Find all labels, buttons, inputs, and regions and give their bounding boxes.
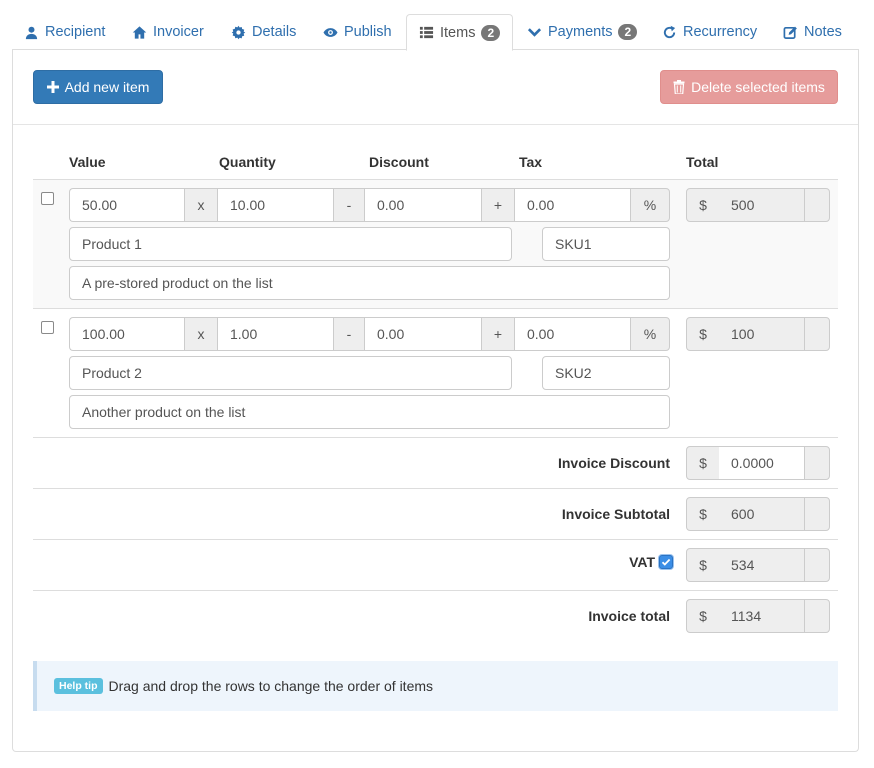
column-header-discount: Discount [369,154,429,170]
tab-notes[interactable]: Notes [783,14,842,50]
trash-icon [673,80,685,94]
eye-icon [323,27,338,37]
item-2-value-input[interactable]: 100.00 [69,317,185,351]
column-header-value: Value [69,154,106,170]
tab-items[interactable]: Items 2 [406,14,514,51]
help-tip-text: Drag and drop the rows to change the ord… [108,678,434,694]
divider [33,590,838,591]
minus-addon: - [333,317,365,351]
tab-label: Recipient [45,24,106,40]
vat-label: VAT [629,554,655,570]
invoice-discount-input[interactable]: 0.0000 [719,446,805,480]
invoice-total-field: 1134 [719,599,805,633]
tab-label: Details [252,24,297,40]
discount-addon-end [804,446,830,480]
percent-addon: % [630,317,670,351]
help-tip: Help tip Drag and drop the rows to chang… [33,661,838,711]
plus-addon: + [481,317,515,351]
edit-icon [783,26,797,39]
currency-addon: $ [686,548,720,582]
tab-publish[interactable]: Publish [323,14,392,50]
plus-addon: + [481,188,515,222]
invoice-subtotal-label: Invoice Subtotal [561,506,670,522]
tab-label: Invoicer [153,24,204,40]
invoice-discount-label: Invoice Discount [557,455,670,471]
currency-addon: $ [686,497,720,531]
check-icon [661,558,671,566]
divider [33,437,838,438]
divider [33,488,838,489]
item-2-sku-input[interactable]: SKU2 [542,356,670,390]
vat-checkbox[interactable] [659,555,673,569]
plus-icon [46,81,59,93]
column-header-tax: Tax [519,154,543,170]
item-2-quantity-input[interactable]: 1.00 [218,317,334,351]
total-addon-end [804,317,830,351]
column-header-quantity: Quantity [219,154,276,170]
divider [33,539,838,540]
tab-bar: Recipient Invoicer Details Publish Items… [12,13,859,51]
tab-label: Recurrency [683,24,758,40]
total-addon-end [804,188,830,222]
subtotal-addon-end [804,497,830,531]
item-2-tax-input[interactable]: 0.00 [515,317,631,351]
item-1-select-checkbox[interactable] [41,192,54,205]
currency-addon: $ [686,188,720,222]
currency-addon: $ [686,317,720,351]
item-2-total-field: 100 [719,317,805,351]
list-icon [419,26,434,39]
invoice-subtotal-field: 600 [719,497,805,531]
item-1-value-input[interactable]: 50.00 [69,188,185,222]
tab-label: Notes [804,24,842,40]
vat-row-label: VAT [629,554,673,570]
times-addon: x [184,317,218,351]
add-new-item-label: Add new item [64,79,150,95]
chevron-down-icon [527,27,542,37]
item-1-sku-input[interactable]: SKU1 [542,227,670,261]
item-1-discount-input[interactable]: 0.00 [365,188,481,222]
vat-field: 534 [719,548,805,582]
currency-addon: $ [686,599,720,633]
times-addon: x [184,188,218,222]
vat-addon-end [804,548,830,582]
delete-selected-items-label: Delete selected items [691,79,825,95]
item-2-select-checkbox[interactable] [41,321,54,334]
refresh-icon [663,25,676,38]
user-icon [25,26,38,39]
item-1-total-field: 500 [719,188,805,222]
item-2-description-input[interactable]: Another product on the list [69,395,670,429]
divider [33,308,838,309]
help-tip-badge: Help tip [54,678,103,694]
payments-count-badge: 2 [618,24,638,40]
currency-addon: $ [686,446,720,480]
item-1-description-input[interactable]: A pre-stored product on the list [69,266,670,300]
percent-addon: % [630,188,670,222]
tab-label: Items [440,24,476,41]
item-1-tax-input[interactable]: 0.00 [515,188,631,222]
column-header-total: Total [686,154,719,170]
tab-label: Payments [548,24,613,40]
item-2-discount-input[interactable]: 0.00 [365,317,481,351]
home-icon [132,25,147,39]
add-new-item-button[interactable]: Add new item [33,70,163,104]
delete-selected-items-button[interactable]: Delete selected items [660,70,838,104]
tab-payments[interactable]: Payments 2 [527,14,638,50]
tab-invoicer[interactable]: Invoicer [132,14,204,50]
items-count-badge: 2 [481,24,501,41]
item-1-quantity-input[interactable]: 10.00 [218,188,334,222]
gear-icon [231,25,246,39]
item-1-name-input[interactable]: Product 1 [69,227,512,261]
tab-label: Publish [344,24,392,40]
total-addon-end [804,599,830,633]
item-2-name-input[interactable]: Product 2 [69,356,512,390]
tab-details[interactable]: Details [231,14,296,50]
invoice-total-label: Invoice total [588,608,670,624]
tab-recipient[interactable]: Recipient [24,14,105,50]
minus-addon: - [333,188,365,222]
tab-recurrency[interactable]: Recurrency [662,14,757,50]
